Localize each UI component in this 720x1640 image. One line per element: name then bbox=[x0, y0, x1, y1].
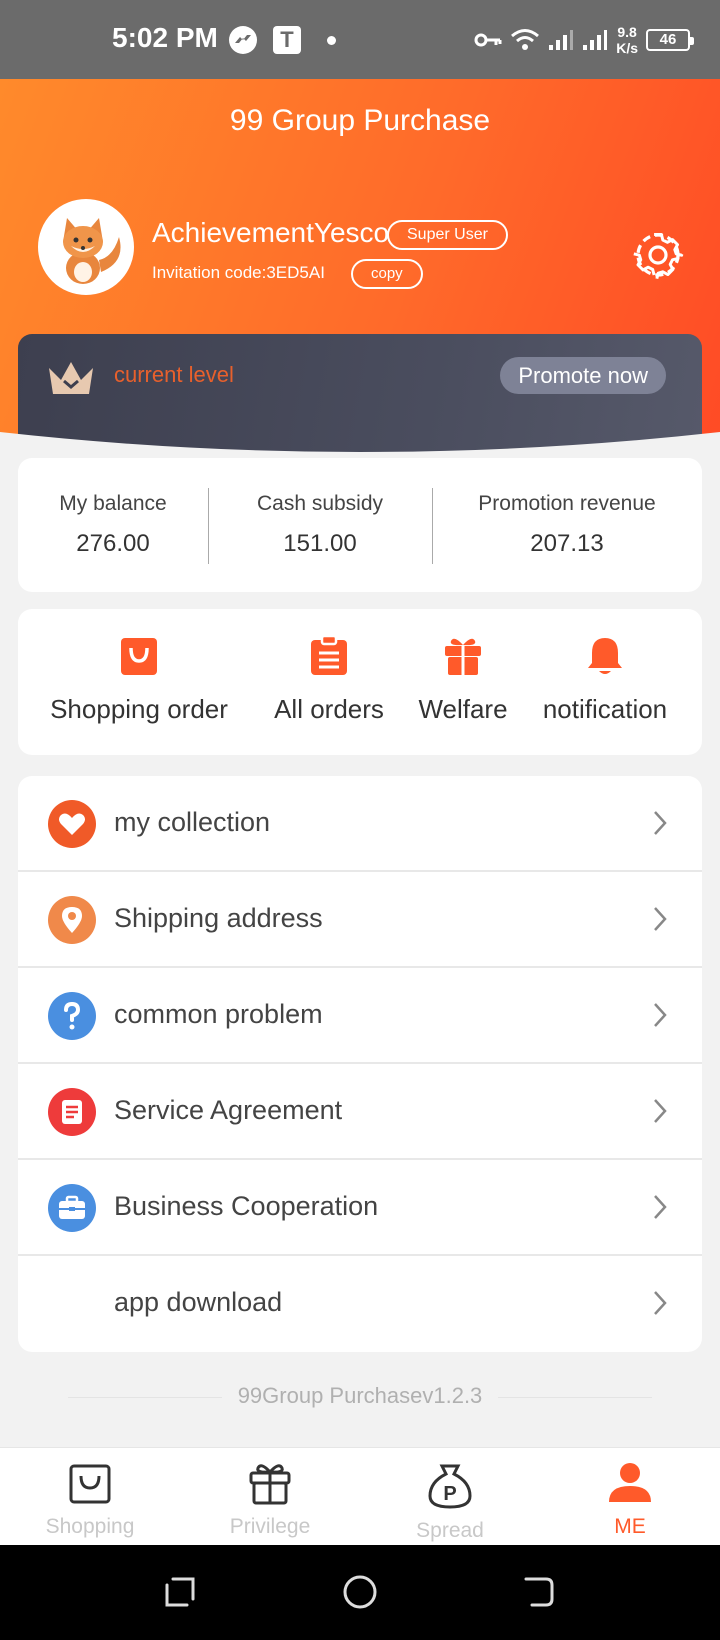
battery-icon: 46 bbox=[646, 29, 694, 51]
clipboard-icon bbox=[311, 634, 347, 675]
menu-item-business-cooperation[interactable]: Business Cooperation bbox=[18, 1160, 702, 1256]
back-button-icon[interactable] bbox=[522, 1575, 556, 1609]
chevron-right-icon bbox=[654, 1099, 667, 1123]
menu-item-label: common problem bbox=[114, 999, 323, 1029]
heart-icon bbox=[48, 800, 96, 848]
menu-item-app-download[interactable]: app download bbox=[18, 1256, 702, 1352]
question-icon bbox=[48, 992, 96, 1040]
stat-label: Cash subsidy bbox=[256, 492, 384, 515]
notification-dot-icon bbox=[327, 36, 336, 45]
balance-stats-card: My balance 276.00 Cash subsidy 151.00 Pr… bbox=[18, 458, 702, 592]
shortcut-label: Welfare bbox=[418, 694, 508, 724]
profile-header: 99 Group Purchase AchievementYesco Super… bbox=[0, 79, 720, 479]
tab-label: Privilege bbox=[229, 1515, 311, 1538]
messenger-icon bbox=[229, 26, 257, 54]
t-app-icon: T bbox=[273, 26, 301, 54]
tab-privilege[interactable]: Privilege bbox=[200, 1462, 340, 1539]
invitation-code: Invitation code:3ED5AI bbox=[152, 263, 325, 282]
copy-button[interactable]: copy bbox=[351, 259, 423, 289]
shortcut-label: Shopping order bbox=[50, 694, 228, 724]
signal-icon-2 bbox=[583, 30, 608, 50]
gift-outline-icon bbox=[249, 1464, 291, 1505]
menu-item-label: Shipping address bbox=[114, 903, 323, 933]
shopping-bag-outline-icon bbox=[69, 1464, 111, 1504]
tab-spread[interactable]: P Spread bbox=[380, 1462, 520, 1543]
menu-item-label: Service Agreement bbox=[114, 1095, 343, 1125]
stat-value: 151.00 bbox=[283, 530, 357, 557]
crown-icon bbox=[49, 362, 93, 394]
briefcase-icon bbox=[48, 1184, 96, 1232]
network-speed: 9.8 K/s bbox=[616, 24, 638, 56]
app-version: 99Group Purchasev1.2.3 bbox=[0, 1383, 720, 1409]
bell-icon bbox=[588, 638, 622, 674]
promote-now-button[interactable]: Promote now bbox=[500, 357, 666, 394]
stat-label: My balance bbox=[59, 492, 167, 515]
signal-icon-1 bbox=[549, 30, 574, 50]
chevron-right-icon bbox=[654, 1003, 667, 1027]
menu-item-my-collection[interactable]: my collection bbox=[18, 776, 702, 872]
menu-item-label: Business Cooperation bbox=[114, 1191, 379, 1221]
shortcut-label: notification bbox=[542, 694, 668, 724]
shortcut-notification[interactable]: notification bbox=[532, 635, 678, 725]
money-bag-p-icon: P bbox=[428, 1464, 472, 1509]
app-version-text: 99Group Purchasev1.2.3 bbox=[221, 1383, 499, 1408]
tab-me[interactable]: ME bbox=[560, 1462, 700, 1539]
stat-cash-subsidy[interactable]: Cash subsidy 151.00 bbox=[208, 458, 432, 592]
status-time: 5:02 PM bbox=[112, 22, 218, 53]
avatar[interactable] bbox=[38, 199, 134, 295]
chevron-right-icon bbox=[654, 1291, 667, 1315]
location-pin-icon bbox=[48, 896, 96, 944]
status-bar: 5:02 PM T 9.8 K/s 46 bbox=[0, 0, 720, 79]
tab-label: Spread bbox=[416, 1519, 484, 1542]
current-level-label: current level bbox=[114, 362, 234, 387]
fox-avatar-icon bbox=[41, 202, 131, 292]
stat-promotion-revenue[interactable]: Promotion revenue 207.13 bbox=[432, 458, 702, 592]
network-speed-unit: K/s bbox=[616, 40, 638, 56]
shortcut-all-orders[interactable]: All orders bbox=[264, 634, 394, 725]
menu-item-label: my collection bbox=[114, 807, 271, 837]
shortcut-welfare[interactable]: Welfare bbox=[408, 635, 518, 725]
stat-value: 207.13 bbox=[530, 530, 604, 557]
vpn-key-icon bbox=[474, 33, 502, 47]
menu-item-shipping-address[interactable]: Shipping address bbox=[18, 872, 702, 968]
home-button-icon[interactable] bbox=[342, 1574, 378, 1610]
menu-item-label: app download bbox=[114, 1287, 283, 1317]
page-title: 99 Group Purchase bbox=[229, 104, 491, 137]
recents-button-icon[interactable] bbox=[163, 1575, 197, 1609]
bottom-tab-bar: Shopping Privilege P Spread ME bbox=[0, 1447, 720, 1545]
gift-icon bbox=[445, 638, 481, 675]
person-icon bbox=[609, 1463, 651, 1502]
shortcut-shopping-order[interactable]: Shopping order bbox=[46, 635, 232, 725]
username: AchievementYesco bbox=[152, 217, 390, 248]
wifi-icon bbox=[511, 29, 540, 50]
system-navigation-bar bbox=[0, 1545, 720, 1640]
chevron-right-icon bbox=[654, 1195, 667, 1219]
menu-item-service-agreement[interactable]: Service Agreement bbox=[18, 1064, 702, 1160]
menu-item-common-problem[interactable]: common problem bbox=[18, 968, 702, 1064]
tab-label: ME bbox=[614, 1515, 646, 1538]
shopping-bag-icon bbox=[121, 638, 157, 675]
stat-label: Promotion revenue bbox=[478, 492, 656, 515]
stat-value: 276.00 bbox=[76, 530, 150, 557]
order-shortcuts-card: Shopping order All orders Welfare notifi… bbox=[18, 609, 702, 755]
settings-menu-list: my collection Shipping address common pr… bbox=[18, 776, 702, 1352]
svg-text:P: P bbox=[443, 1483, 456, 1505]
stat-my-balance[interactable]: My balance 276.00 bbox=[18, 458, 208, 592]
chevron-right-icon bbox=[654, 811, 667, 835]
chevron-right-icon bbox=[654, 907, 667, 931]
settings-gear-icon[interactable] bbox=[632, 229, 684, 281]
tab-label: Shopping bbox=[45, 1515, 135, 1538]
tab-shopping[interactable]: Shopping bbox=[20, 1462, 160, 1539]
status-right: 9.8 K/s 46 bbox=[474, 18, 694, 62]
document-icon bbox=[48, 1088, 96, 1136]
user-level-badge: Super User bbox=[387, 220, 508, 250]
network-speed-value: 9.8 bbox=[617, 24, 637, 40]
shortcut-label: All orders bbox=[274, 694, 384, 724]
